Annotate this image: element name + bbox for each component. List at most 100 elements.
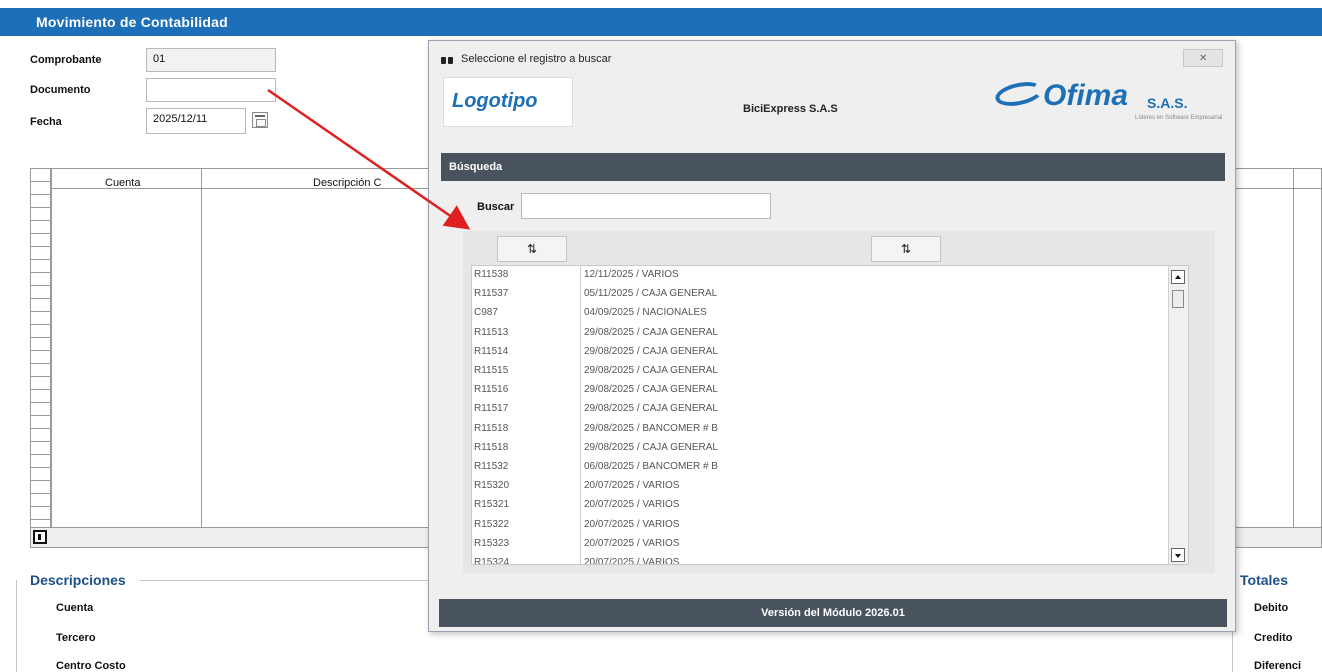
results-panel: ⇅ ⇅ R11538 12/11/2025 / VARIOS R11537 05/11… (463, 231, 1215, 573)
comprobante-label: Comprobante (30, 54, 102, 66)
result-code: R11514 (474, 345, 509, 357)
window-title: Movimiento de Contabilidad (36, 14, 228, 30)
result-code: R11518 (474, 422, 509, 434)
result-code: R15323 (474, 537, 510, 549)
result-description: 29/08/2025 / CAJA GENERAL (584, 365, 718, 376)
result-code: R11537 (474, 288, 509, 300)
scroll-up-icon[interactable] (1171, 270, 1185, 284)
grid-header-cuenta[interactable]: Cuenta (105, 177, 140, 189)
close-button[interactable]: ✕ (1183, 49, 1223, 67)
result-code: R11515 (474, 365, 509, 376)
company-name: BiciExpress S.A.S (743, 103, 838, 115)
sort-code-button[interactable]: ⇅ (497, 236, 567, 262)
ofima-logo: Ofima S.A.S. Líderes en Software Empresa… (985, 77, 1225, 127)
result-code: R15324 (474, 557, 510, 565)
scroll-thumb[interactable] (1172, 290, 1184, 308)
grid-row-headers (31, 169, 51, 527)
result-description: 29/08/2025 / BANCOMER # B (584, 422, 718, 434)
close-icon: ✕ (1199, 53, 1208, 64)
result-code: R11517 (474, 403, 509, 415)
documento-label: Documento (30, 84, 91, 96)
totals-label-debito: Debito (1254, 602, 1289, 614)
logo-text: Logotipo (452, 90, 538, 112)
result-description: 29/08/2025 / CAJA GENERAL (584, 345, 718, 357)
result-row[interactable]: R11514 29/08/2025 / CAJA GENERAL (472, 344, 1162, 363)
result-code: R15321 (474, 499, 510, 511)
fecha-label: Fecha (30, 116, 62, 128)
result-description: 29/08/2025 / CAJA GENERAL (584, 384, 718, 396)
result-row[interactable]: C987 04/09/2025 / NACIONALES (472, 305, 1162, 324)
result-description: 06/08/2025 / BANCOMER # B (584, 461, 718, 472)
result-row[interactable]: R11518 29/08/2025 / BANCOMER # B (472, 421, 1162, 440)
totals-label-diferencia: Diferenci (1254, 660, 1302, 672)
ofima-tagline: Líderes en Software Empresarial (1135, 115, 1223, 121)
desc-label-cuenta: Cuenta (56, 602, 94, 614)
result-code: R15322 (474, 518, 510, 530)
group-border (16, 580, 17, 672)
result-description: 20/07/2025 / VARIOS (584, 518, 680, 530)
desc-label-tercero: Tercero (56, 632, 96, 644)
window-title-bar: Movimiento de Contabilidad (0, 8, 1322, 36)
search-dialog: Seleccione el registro a buscar ✕ Logoti… (428, 40, 1236, 632)
result-row[interactable]: R15320 20/07/2025 / VARIOS (472, 478, 1162, 497)
ofima-swirl-icon (993, 78, 1045, 110)
result-code: R11538 (474, 269, 509, 280)
logo-box: Logotipo (443, 77, 573, 127)
result-code: R11532 (474, 461, 509, 472)
group-border (140, 580, 430, 581)
search-section-header: Búsqueda (441, 153, 1225, 181)
result-description: 29/08/2025 / CAJA GENERAL (584, 326, 718, 338)
result-row[interactable]: R15322 20/07/2025 / VARIOS (472, 517, 1162, 536)
scroll-down-icon[interactable] (1171, 548, 1185, 562)
documento-field[interactable] (146, 78, 276, 102)
result-description: 12/11/2025 / VARIOS (584, 269, 679, 280)
result-row[interactable]: R15323 20/07/2025 / VARIOS (472, 536, 1162, 555)
result-code: C987 (474, 307, 498, 319)
result-row[interactable]: R11517 29/08/2025 / CAJA GENERAL (472, 401, 1162, 420)
result-row[interactable]: R11532 06/08/2025 / BANCOMER # B (472, 459, 1162, 478)
result-description: 04/09/2025 / NACIONALES (584, 307, 707, 319)
desc-label-centro-costo: Centro Costo (56, 660, 126, 672)
results-list[interactable]: R11538 12/11/2025 / VARIOS R11537 05/11/202… (471, 265, 1189, 565)
result-row[interactable]: R11515 29/08/2025 / CAJA GENERAL (472, 363, 1162, 382)
result-row[interactable]: R11537 05/11/2025 / CAJA GENERAL (472, 286, 1162, 305)
binoculars-icon (441, 55, 453, 65)
result-row[interactable]: R15324 20/07/2025 / VARIOS (472, 555, 1162, 565)
sort-description-button[interactable]: ⇅ (871, 236, 941, 262)
result-description: 20/07/2025 / VARIOS (584, 499, 680, 511)
result-description: 20/07/2025 / VARIOS (584, 537, 680, 549)
result-row[interactable]: R11518 29/08/2025 / CAJA GENERAL (472, 440, 1162, 459)
grid-col-line (1293, 169, 1294, 527)
grid-header-descripcion[interactable]: Descripción C (313, 177, 381, 189)
totales-title: Totales (1240, 572, 1288, 588)
dialog-title: Seleccione el registro a buscar (461, 53, 612, 65)
module-version: Versión del Módulo 2026.01 (761, 607, 905, 619)
result-code: R11513 (474, 326, 509, 338)
result-row[interactable]: R11513 29/08/2025 / CAJA GENERAL (472, 325, 1162, 344)
comprobante-field[interactable]: 01 (146, 48, 276, 72)
grid-col-line (51, 169, 52, 527)
ofima-brand: Ofima (1043, 79, 1129, 112)
result-description: 20/07/2025 / VARIOS (584, 557, 680, 565)
search-section-title: Búsqueda (449, 161, 503, 173)
search-input[interactable] (521, 193, 771, 219)
totals-label-credito: Credito (1254, 632, 1293, 644)
result-row[interactable]: R11538 12/11/2025 / VARIOS (472, 267, 1162, 286)
result-code: R11516 (474, 384, 509, 396)
grid-col-line (201, 169, 202, 527)
result-row[interactable]: R11516 29/08/2025 / CAJA GENERAL (472, 382, 1162, 401)
ofima-suffix: S.A.S. (1147, 95, 1188, 111)
fecha-field[interactable]: 2025/12/11 (146, 108, 246, 134)
result-row[interactable]: R15321 20/07/2025 / VARIOS (472, 497, 1162, 516)
results-vertical-scrollbar[interactable] (1168, 266, 1188, 564)
result-code: R15320 (474, 480, 510, 492)
search-label: Buscar (477, 201, 515, 213)
calendar-icon[interactable] (252, 112, 268, 128)
descripciones-title: Descripciones (30, 572, 126, 588)
module-version-bar: Versión del Módulo 2026.01 (439, 599, 1227, 627)
result-description: 29/08/2025 / CAJA GENERAL (584, 403, 718, 415)
result-description: 29/08/2025 / CAJA GENERAL (584, 441, 718, 453)
result-description: 05/11/2025 / CAJA GENERAL (584, 288, 718, 300)
result-description: 20/07/2025 / VARIOS (584, 480, 680, 492)
scroll-left-icon[interactable] (33, 530, 47, 544)
